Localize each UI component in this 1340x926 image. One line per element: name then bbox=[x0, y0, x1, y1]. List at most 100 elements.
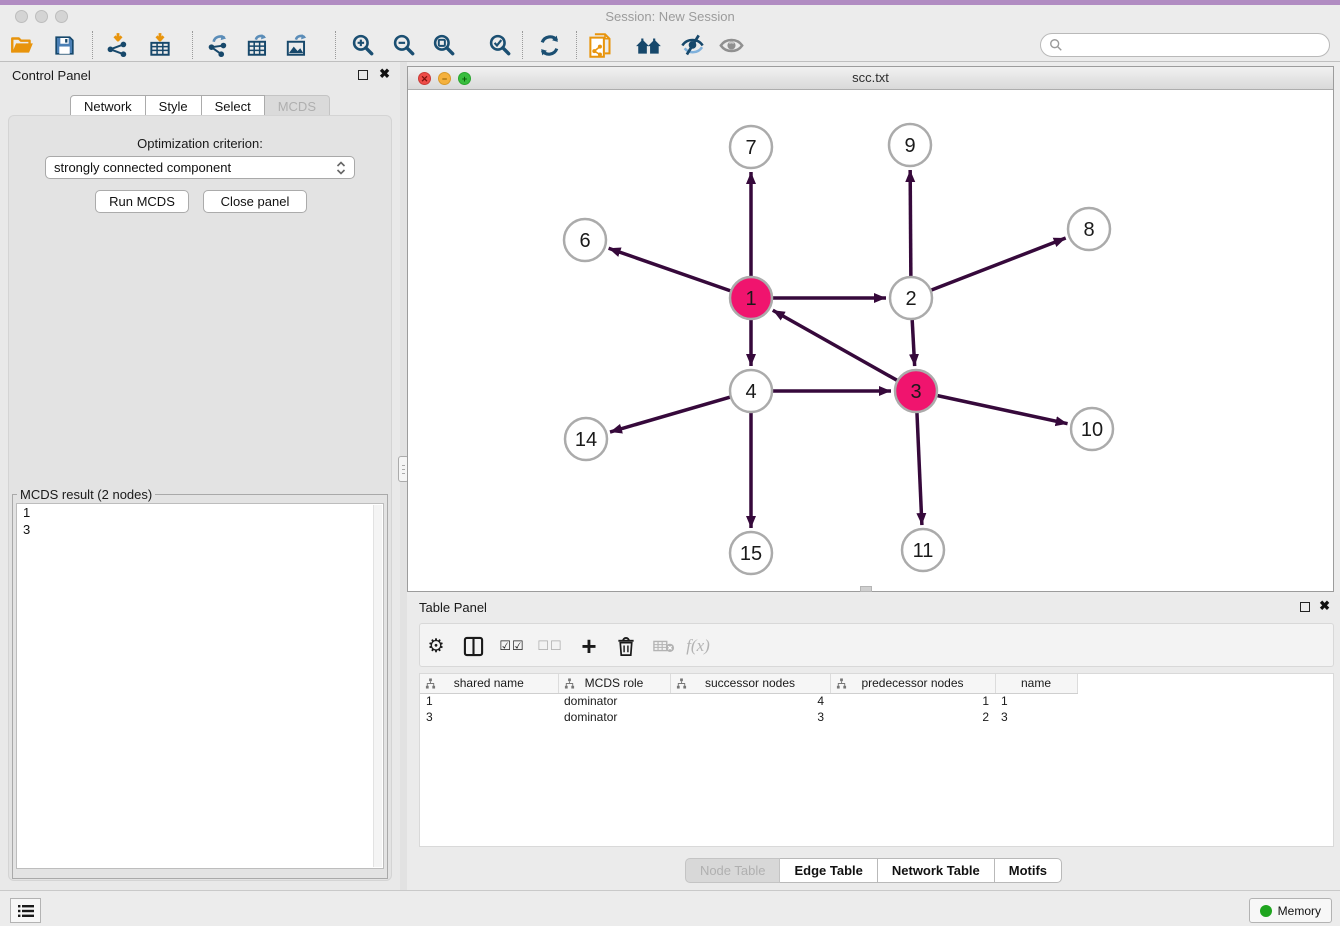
network-canvas[interactable]: 1234678910111415 bbox=[408, 90, 1333, 591]
column-header-successor-nodes[interactable]: successor nodes bbox=[670, 674, 830, 693]
table-row[interactable]: 1 dominator 4 1 1 bbox=[420, 693, 1333, 709]
fx-icon: f(x) bbox=[686, 636, 710, 656]
table-row[interactable]: 3 dominator 3 2 3 bbox=[420, 709, 1333, 725]
toolbar-separator bbox=[92, 31, 93, 59]
table-panel-float-button[interactable] bbox=[1300, 602, 1310, 612]
search-input[interactable] bbox=[1067, 35, 1329, 55]
cell-successor-nodes[interactable]: 3 bbox=[670, 709, 830, 725]
search-icon bbox=[1049, 38, 1063, 52]
mcds-result-textarea[interactable]: 1 3 bbox=[16, 503, 384, 869]
app-titlebar: Session: New Session bbox=[0, 5, 1340, 28]
hide-details-eye-icon bbox=[679, 32, 706, 59]
network-close-button[interactable]: ✕ bbox=[418, 72, 431, 85]
run-mcds-button[interactable]: Run MCDS bbox=[95, 190, 189, 213]
tab-node-table[interactable]: Node Table bbox=[685, 858, 781, 883]
control-panel-title: Control Panel bbox=[12, 68, 91, 83]
eye-icon bbox=[718, 32, 745, 59]
edge-1-6[interactable] bbox=[609, 248, 731, 290]
edge-2-3[interactable] bbox=[912, 320, 914, 366]
cell-predecessor-nodes[interactable]: 1 bbox=[830, 693, 995, 709]
home-button[interactable] bbox=[634, 30, 664, 60]
edge-3-10[interactable] bbox=[938, 396, 1068, 424]
window-zoom-button[interactable] bbox=[55, 10, 68, 23]
network-window-titlebar: ✕ − + scc.txt bbox=[408, 67, 1333, 90]
network-maximize-button[interactable]: + bbox=[458, 72, 471, 85]
mcds-result-scrollbar[interactable] bbox=[373, 505, 382, 867]
network-resize-grip[interactable] bbox=[860, 586, 872, 592]
control-panel-close-button[interactable]: ✖ bbox=[379, 68, 390, 80]
node-label-7: 7 bbox=[745, 137, 756, 159]
tab-motifs[interactable]: Motifs bbox=[995, 858, 1062, 883]
open-session-button[interactable] bbox=[7, 30, 37, 60]
control-panel-float-button[interactable] bbox=[358, 70, 368, 80]
window-close-button[interactable] bbox=[15, 10, 28, 23]
edge-2-8[interactable] bbox=[932, 238, 1066, 290]
edge-2-9[interactable] bbox=[910, 170, 911, 276]
cell-successor-nodes[interactable]: 4 bbox=[670, 693, 830, 709]
control-panel: Control Panel ✖ NetworkStyleSelectMCDS O… bbox=[0, 62, 400, 890]
import-network-icon bbox=[105, 32, 131, 58]
import-table-icon bbox=[147, 32, 173, 58]
node-label-15: 15 bbox=[740, 543, 762, 565]
edge-4-14[interactable] bbox=[610, 397, 730, 432]
checked-boxes-icon: ☑☑ bbox=[499, 638, 524, 654]
column-type-icon bbox=[564, 678, 575, 689]
zoom-out-button[interactable] bbox=[389, 30, 419, 60]
zoom-fit-button[interactable] bbox=[429, 30, 459, 60]
tab-network-table[interactable]: Network Table bbox=[878, 858, 995, 883]
network-minimize-button[interactable]: − bbox=[438, 72, 451, 85]
apply-layout-button[interactable] bbox=[534, 30, 564, 60]
column-view-button[interactable] bbox=[459, 632, 487, 660]
show-panels-button[interactable] bbox=[10, 898, 41, 923]
import-table-button[interactable] bbox=[145, 30, 175, 60]
cell-name[interactable]: 3 bbox=[995, 709, 1077, 725]
save-session-button[interactable] bbox=[49, 30, 79, 60]
column-header-filler bbox=[1077, 674, 1333, 693]
criterion-select[interactable]: strongly connected component bbox=[45, 156, 355, 179]
memory-button[interactable]: Memory bbox=[1249, 898, 1332, 923]
cell-predecessor-nodes[interactable]: 2 bbox=[830, 709, 995, 725]
table-toolbar: ⚙ ☑☑ ☐☐ + f(x) bbox=[419, 623, 1334, 667]
delete-table-icon bbox=[653, 638, 675, 654]
birds-eye-view-button[interactable] bbox=[716, 30, 746, 60]
edge-3-11[interactable] bbox=[917, 413, 922, 525]
window-minimize-button[interactable] bbox=[35, 10, 48, 23]
table-settings-button[interactable]: ⚙ bbox=[422, 632, 450, 660]
select-all-columns-button[interactable]: ☑☑ bbox=[498, 632, 526, 660]
export-image-button[interactable] bbox=[282, 30, 312, 60]
cell-mcds-role[interactable]: dominator bbox=[558, 709, 670, 725]
export-table-button[interactable] bbox=[243, 30, 273, 60]
close-panel-button[interactable]: Close panel bbox=[203, 190, 307, 213]
cell-shared-name[interactable]: 1 bbox=[420, 693, 558, 709]
clone-network-button[interactable] bbox=[585, 30, 615, 60]
cell-mcds-role[interactable]: dominator bbox=[558, 693, 670, 709]
unselect-all-columns-button[interactable]: ☐☐ bbox=[536, 632, 564, 660]
export-network-button[interactable] bbox=[203, 30, 233, 60]
save-floppy-icon bbox=[52, 33, 77, 58]
column-header-name[interactable]: name bbox=[995, 674, 1077, 693]
toggle-graphics-details-button[interactable] bbox=[677, 30, 707, 60]
columns-icon bbox=[463, 636, 484, 657]
cell-shared-name[interactable]: 3 bbox=[420, 709, 558, 725]
column-header-shared-name[interactable]: shared name bbox=[420, 674, 558, 693]
node-label-1: 1 bbox=[745, 288, 756, 310]
column-header-predecessor-nodes[interactable]: predecessor nodes bbox=[830, 674, 995, 693]
column-header-mcds-role[interactable]: MCDS role bbox=[558, 674, 670, 693]
create-column-button[interactable]: + bbox=[575, 632, 603, 660]
table-panel-title: Table Panel bbox=[419, 600, 487, 615]
plus-icon: + bbox=[581, 635, 596, 657]
column-type-icon bbox=[425, 678, 436, 689]
mcds-result-title: MCDS result (2 nodes) bbox=[17, 487, 155, 502]
cell-name[interactable]: 1 bbox=[995, 693, 1077, 709]
clone-network-icon bbox=[587, 32, 614, 59]
import-network-button[interactable] bbox=[103, 30, 133, 60]
zoom-in-button[interactable] bbox=[348, 30, 378, 60]
zoom-fit-icon bbox=[431, 32, 457, 58]
export-network-icon bbox=[205, 32, 231, 58]
table-panel-close-button[interactable]: ✖ bbox=[1319, 600, 1330, 612]
tab-edge-table[interactable]: Edge Table bbox=[780, 858, 877, 883]
zoom-selected-button[interactable] bbox=[485, 30, 515, 60]
edge-3-1[interactable] bbox=[773, 310, 897, 380]
delete-column-button[interactable] bbox=[612, 632, 640, 660]
mcds-result-line: 1 bbox=[17, 504, 383, 521]
